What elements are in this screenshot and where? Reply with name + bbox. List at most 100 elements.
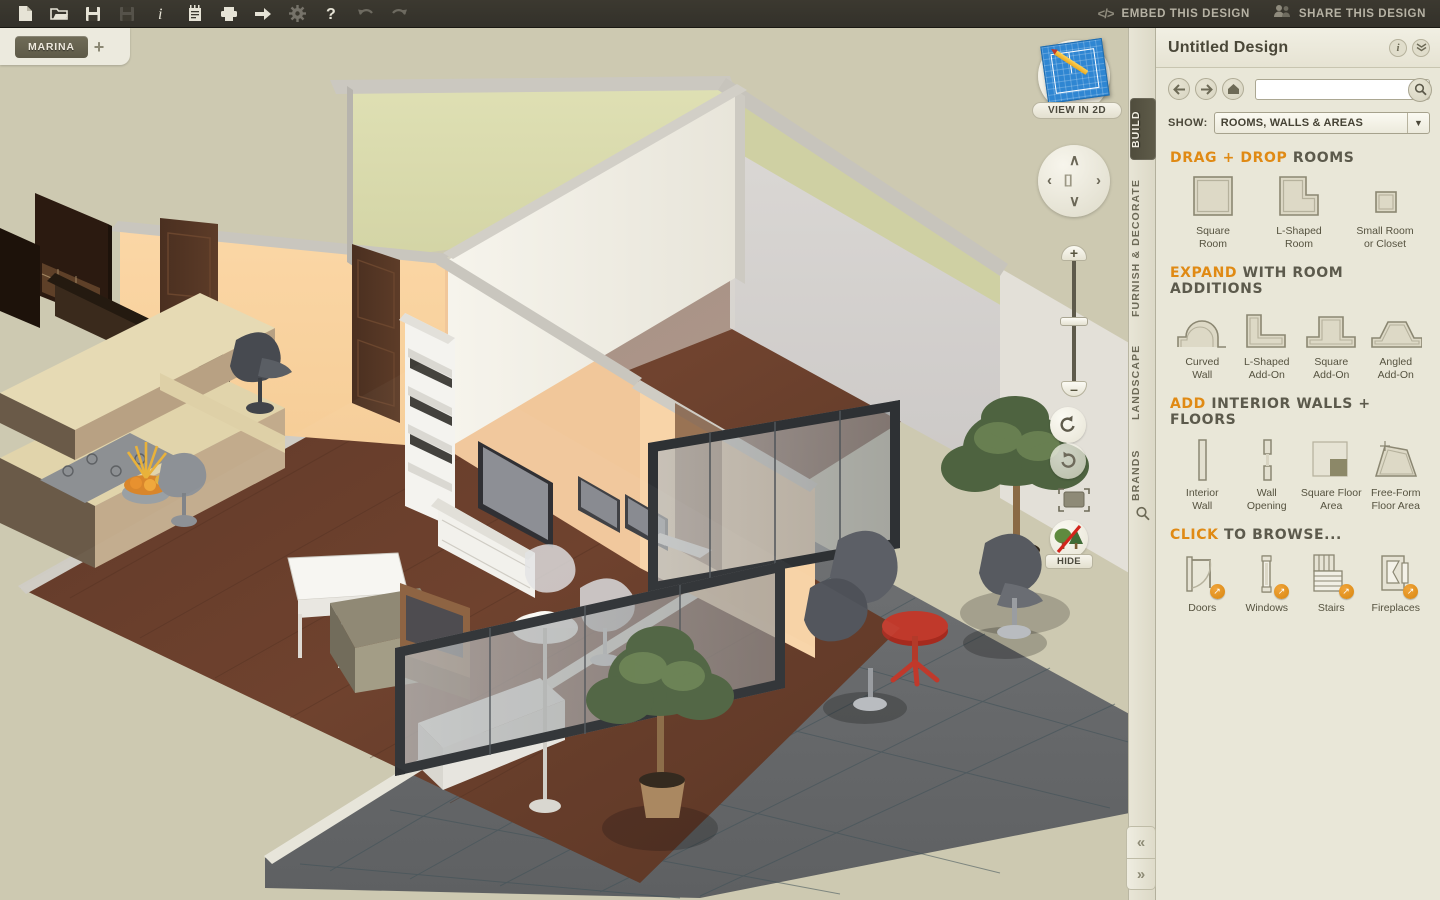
show-dropdown[interactable]: ROOMS, WALLS & AREAS ▼ — [1213, 112, 1430, 134]
item-free-form-floor-area[interactable]: Free-Form Floor Area — [1364, 436, 1429, 513]
nav-home-button[interactable] — [1222, 78, 1244, 100]
browse-badge[interactable]: ↗ — [1338, 584, 1354, 599]
save-as-icon[interactable] — [110, 1, 144, 27]
item-fireplaces[interactable]: ↗ Fireplaces — [1364, 551, 1429, 615]
pan-down-button[interactable]: ∨ — [1069, 194, 1080, 209]
item-angled-add-on[interactable]: Angled Add-On — [1364, 305, 1429, 382]
embed-this-design-button[interactable]: </> EMBED THIS DESIGN — [1098, 6, 1250, 21]
new-document-icon[interactable] — [8, 1, 42, 27]
browse-badge[interactable]: ↗ — [1403, 584, 1418, 599]
square-room-icon — [1170, 174, 1256, 220]
help-icon[interactable]: ? — [314, 1, 348, 27]
small-room-icon — [1342, 174, 1428, 220]
item-caption: Wall Opening — [1246, 487, 1287, 512]
panel-nav-bar — [1156, 68, 1440, 104]
collapse-right-button[interactable]: » — [1126, 858, 1156, 890]
project-tab-marina[interactable]: MARINA — [15, 35, 88, 58]
panel-collapse-controls: « » — [1126, 826, 1156, 890]
item-caption: Stairs — [1317, 602, 1345, 614]
rail-tab-furnish-decorate[interactable]: FURNISH & DECORATE — [1130, 168, 1156, 328]
section-room-additions: EXPAND WITH ROOM ADDITIONS Curved Wall L… — [1170, 265, 1428, 382]
panel-search-input[interactable] — [1255, 78, 1430, 100]
fireplace-icon: ↗ — [1364, 551, 1429, 599]
nav-forward-button[interactable] — [1195, 78, 1217, 100]
item-windows[interactable]: ↗ Windows — [1235, 551, 1300, 615]
svg-text:i: i — [158, 6, 162, 22]
pan-right-button[interactable]: › — [1096, 173, 1101, 188]
pan-pad[interactable]: ∧ ∨ ‹ › [ ] — [1038, 145, 1110, 217]
nav-back-button[interactable] — [1168, 78, 1190, 100]
browse-items: ↗ Doors ↗ Windows ↗ Stairs ↗ Fireplaces — [1170, 551, 1428, 615]
item-caption: Fireplaces — [1371, 602, 1420, 614]
rail-tab-build[interactable]: BUILD — [1130, 98, 1156, 160]
section-title-rest: TO BROWSE... — [1224, 527, 1342, 543]
item-caption: Square Floor Area — [1300, 487, 1362, 512]
section-title-highlight: CLICK — [1170, 527, 1219, 543]
mode-rail: BUILD FURNISH & DECORATE LANDSCAPE BRAND… — [1128, 28, 1156, 900]
settings-gear-icon[interactable] — [280, 1, 314, 27]
fit-to-screen-button[interactable] — [1056, 485, 1092, 515]
item-curved-wall[interactable]: Curved Wall — [1170, 305, 1235, 382]
panel-search-button[interactable] — [1408, 77, 1432, 102]
view-controls: VIEW IN 2D ∧ ∨ ‹ › [ ] + – HIDE — [1030, 37, 1122, 569]
print-icon[interactable] — [212, 1, 246, 27]
section-title-expand: EXPAND WITH ROOM ADDITIONS — [1170, 265, 1428, 297]
view-in-2d-label: VIEW IN 2D — [1032, 102, 1122, 119]
item-square-add-on[interactable]: Square Add-On — [1299, 305, 1364, 382]
item-caption: Angled Add-On — [1377, 356, 1414, 381]
stairs-icon: ↗ — [1299, 551, 1364, 599]
undo-icon[interactable] — [348, 1, 382, 27]
item-square-room[interactable]: Square Room — [1170, 174, 1256, 251]
wall-opening-icon — [1235, 436, 1300, 482]
fit-screen-icon — [1058, 488, 1090, 512]
top-toolbar: i ? </> EMBED THIS DESIGN SHARE THIS DES… — [0, 0, 1440, 28]
add-project-tab-button[interactable]: + — [94, 38, 105, 56]
item-caption: Small Room or Closet — [1356, 225, 1414, 250]
export-icon[interactable] — [246, 1, 280, 27]
show-label: SHOW: — [1168, 117, 1208, 129]
item-l-shaped-add-on[interactable]: L-Shaped Add-On — [1235, 305, 1300, 382]
rotate-right-button[interactable] — [1050, 443, 1086, 479]
chevron-double-down-icon — [1416, 43, 1426, 52]
angled-addon-icon — [1364, 305, 1429, 351]
rail-tab-landscape[interactable]: LANDSCAPE — [1130, 328, 1156, 436]
open-folder-icon[interactable] — [42, 1, 76, 27]
rotate-left-button[interactable] — [1050, 407, 1086, 443]
rail-tab-brands[interactable]: BRANDS — [1130, 436, 1156, 514]
redo-icon[interactable] — [382, 1, 416, 27]
zoom-in-button[interactable]: + — [1061, 245, 1087, 261]
item-doors[interactable]: ↗ Doors — [1170, 551, 1235, 615]
pan-center-button[interactable]: [ ] — [1064, 173, 1072, 186]
view-in-2d-button[interactable]: VIEW IN 2D — [1032, 37, 1122, 119]
design-canvas-3d[interactable] — [0, 28, 1155, 900]
hide-landscape-button[interactable] — [1050, 520, 1088, 558]
section-interior-walls-floors: ADD INTERIOR WALLS + FLOORS Interior Wal… — [1170, 396, 1428, 513]
browse-badge[interactable]: ↗ — [1209, 584, 1225, 599]
save-icon[interactable] — [76, 1, 110, 27]
zoom-out-button[interactable]: – — [1061, 381, 1087, 397]
section-title-drag-drop: DRAG + DROP ROOMS — [1170, 150, 1428, 166]
notes-icon[interactable] — [178, 1, 212, 27]
item-square-floor-area[interactable]: Square Floor Area — [1299, 436, 1364, 513]
curved-wall-icon — [1170, 305, 1235, 351]
browse-badge[interactable]: ↗ — [1274, 584, 1289, 599]
rail-search-icon[interactable] — [1135, 506, 1150, 526]
pan-left-button[interactable]: ‹ — [1047, 173, 1052, 188]
embed-code-icon: </> — [1097, 6, 1115, 21]
design-info-button[interactable]: i — [1389, 38, 1407, 57]
share-this-design-button[interactable]: SHARE THIS DESIGN — [1273, 4, 1426, 23]
item-small-room-or-closet[interactable]: Small Room or Closet — [1342, 174, 1428, 251]
item-interior-wall[interactable]: Interior Wall — [1170, 436, 1235, 513]
panel-collapse-button[interactable] — [1412, 38, 1430, 57]
item-caption: Square Add-On — [1313, 356, 1350, 381]
item-wall-opening[interactable]: Wall Opening — [1235, 436, 1300, 513]
svg-text:?: ? — [326, 6, 336, 22]
collapse-left-button[interactable]: « — [1126, 826, 1156, 858]
item-stairs[interactable]: ↗ Stairs — [1299, 551, 1364, 615]
pan-up-button[interactable]: ∧ — [1069, 153, 1080, 168]
zoom-slider[interactable]: + – — [1059, 245, 1089, 397]
info-icon[interactable]: i — [144, 1, 178, 27]
embed-label: EMBED THIS DESIGN — [1121, 7, 1250, 20]
item-l-shaped-room[interactable]: L-Shaped Room — [1256, 174, 1342, 251]
zoom-slider-handle[interactable] — [1060, 317, 1088, 326]
